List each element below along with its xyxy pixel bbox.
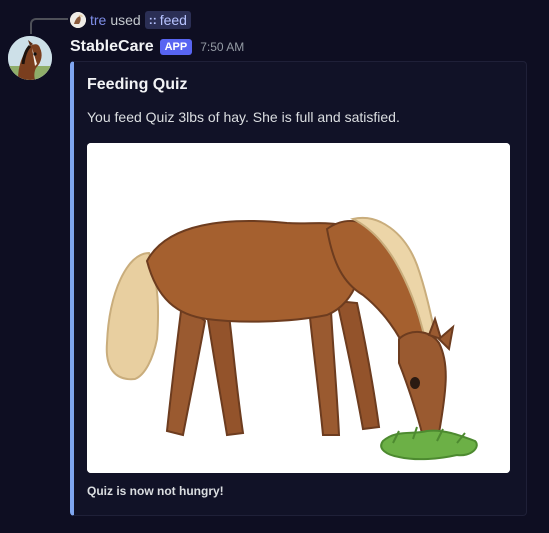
- app-badge: APP: [159, 39, 193, 55]
- embed-description: You feed Quiz 3lbs of hay. She is full a…: [87, 109, 400, 125]
- user-avatar-icon[interactable]: [70, 12, 86, 28]
- horse-grazing-image[interactable]: [87, 143, 510, 473]
- message-header: StableCare APP 7:50 AM: [70, 36, 244, 58]
- message-timestamp[interactable]: 7:50 AM: [200, 40, 244, 54]
- command-mention[interactable]: :: feed: [144, 11, 191, 29]
- reply-connector-line: [30, 18, 68, 34]
- bot-username[interactable]: StableCare: [70, 38, 154, 56]
- slash-command-icon: ::: [148, 13, 157, 27]
- command-name: feed: [159, 12, 187, 28]
- embed-footer: Quiz is now not hungry!: [87, 484, 224, 498]
- message-embed: Feeding Quiz You feed Quiz 3lbs of hay. …: [70, 61, 527, 516]
- reply-username[interactable]: tre: [90, 12, 106, 28]
- embed-title: Feeding Quiz: [87, 76, 188, 93]
- horse-avatar-icon[interactable]: [8, 36, 52, 80]
- reply-reference[interactable]: tre used :: feed: [70, 10, 191, 30]
- reply-used-text: used: [110, 12, 141, 28]
